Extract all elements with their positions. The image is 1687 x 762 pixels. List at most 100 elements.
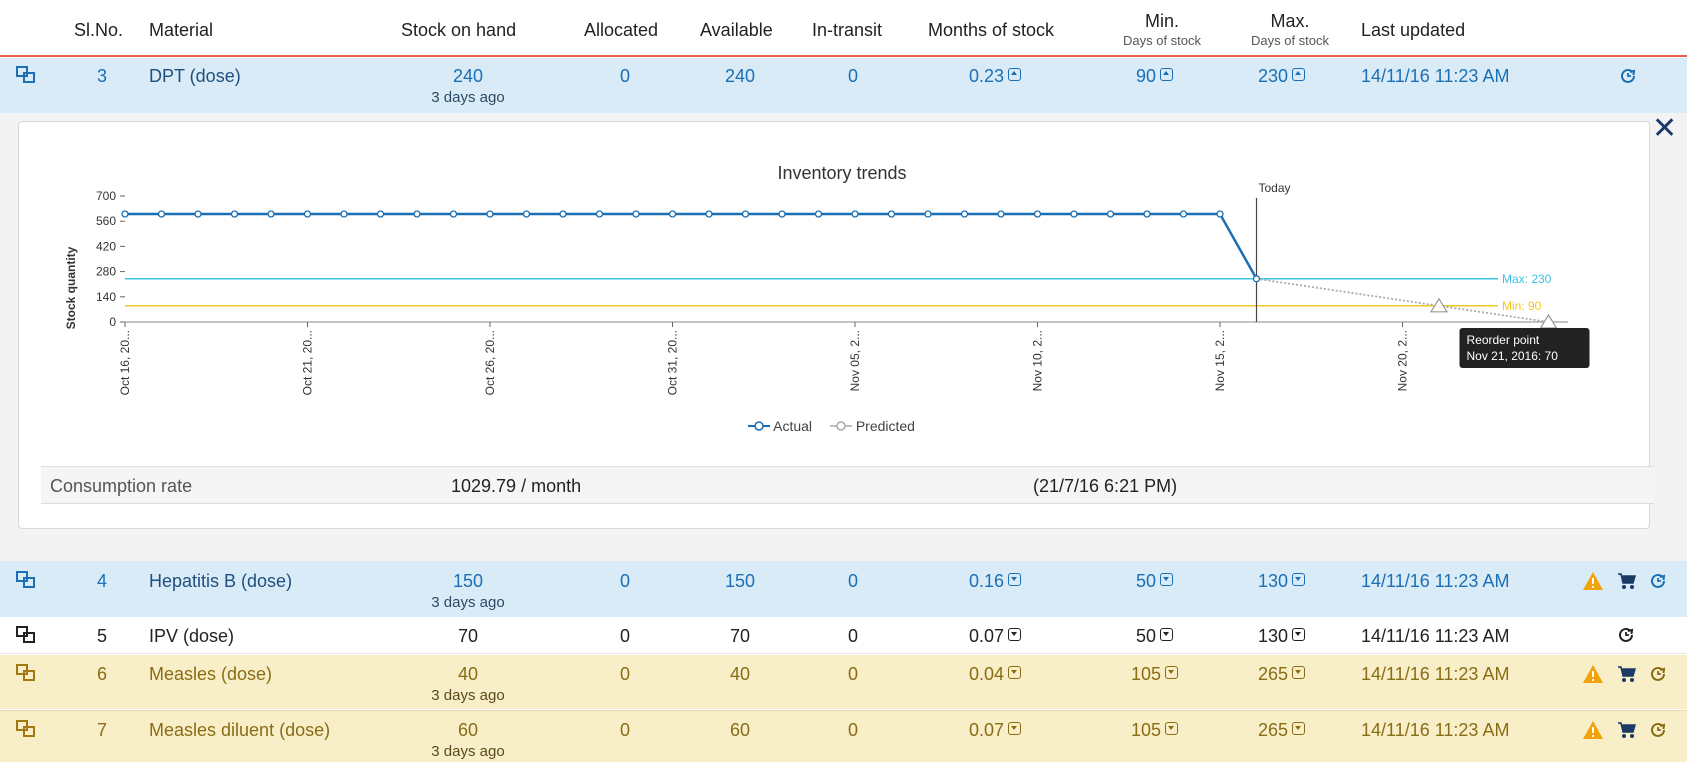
consumption-rate-bar: Consumption rate 1029.79 / month (21/7/1… xyxy=(41,466,1654,504)
expand-toggle-icon[interactable] xyxy=(1008,573,1022,586)
col-header-allocated[interactable]: Allocated xyxy=(584,20,658,41)
history-icon[interactable] xyxy=(1648,720,1668,740)
row-allocated: 0 xyxy=(619,66,630,86)
row-stock-updated-ago: 3 days ago xyxy=(431,594,505,611)
expand-rows-icon[interactable] xyxy=(16,720,36,738)
row-min[interactable]: 90 xyxy=(1136,66,1174,87)
table-row: 6 Measles (dose) 40 3 days ago 0 40 0 0.… xyxy=(0,655,1687,709)
collapse-toggle-icon[interactable] xyxy=(1292,68,1306,81)
row-max[interactable]: 230 xyxy=(1258,66,1306,87)
expand-toggle-icon[interactable] xyxy=(1008,628,1022,641)
row-months-of-stock[interactable]: 0.23 xyxy=(969,66,1022,87)
row-min[interactable]: 105 xyxy=(1131,720,1179,741)
row-stock-updated-ago: 3 days ago xyxy=(431,687,505,704)
row-in-transit: 0 xyxy=(847,664,858,684)
actual-point xyxy=(924,210,932,218)
col-header-last-updated[interactable]: Last updated xyxy=(1361,20,1465,41)
expand-toggle-icon[interactable] xyxy=(1008,722,1022,735)
row-max[interactable]: 265 xyxy=(1258,664,1306,685)
row-last-updated: 14/11/16 11:23 AM xyxy=(1361,664,1510,684)
row-months-of-stock[interactable]: 0.07 xyxy=(969,626,1022,647)
row-available: 70 xyxy=(729,626,751,646)
row-material[interactable]: IPV (dose) xyxy=(149,626,234,647)
legend-actual[interactable]: Actual xyxy=(748,418,816,434)
row-in-transit: 0 xyxy=(847,720,858,740)
col-header-max[interactable]: Max. Days of stock xyxy=(1240,11,1340,51)
warning-icon[interactable] xyxy=(1582,720,1604,740)
row-months-of-stock[interactable]: 0.07 xyxy=(969,720,1022,741)
history-icon[interactable] xyxy=(1618,66,1638,86)
expand-toggle-icon[interactable] xyxy=(1160,628,1174,641)
col-header-slno[interactable]: Sl.No. xyxy=(74,20,123,41)
y-tick-label: 420 xyxy=(96,239,116,253)
x-tick-label: Oct 31, 20... xyxy=(666,330,680,395)
expand-toggle-icon[interactable] xyxy=(1008,666,1022,679)
col-header-available[interactable]: Available xyxy=(700,20,773,41)
cart-icon[interactable] xyxy=(1617,665,1637,683)
expand-toggle-icon[interactable] xyxy=(1165,722,1179,735)
row-available: 60 xyxy=(729,720,751,740)
reorder-point-tooltip: Reorder point Nov 21, 2016: 70 xyxy=(1459,328,1590,368)
actual-point xyxy=(1070,210,1078,218)
expand-toggle-icon[interactable] xyxy=(1160,573,1174,586)
expand-rows-icon[interactable] xyxy=(16,664,36,682)
row-max[interactable]: 130 xyxy=(1258,626,1306,647)
expand-rows-icon[interactable] xyxy=(16,626,36,644)
reference-line-label: Min: 90 xyxy=(1502,299,1542,313)
close-icon[interactable]: ✕ xyxy=(1652,114,1677,144)
row-material[interactable]: Measles (dose) xyxy=(149,664,272,685)
row-allocated: 0 xyxy=(619,720,630,740)
row-min[interactable]: 50 xyxy=(1136,571,1174,592)
row-months-value: 0.07 xyxy=(969,720,1005,740)
col-header-min[interactable]: Min. Days of stock xyxy=(1112,11,1212,51)
row-months-of-stock[interactable]: 0.04 xyxy=(969,664,1022,685)
row-min[interactable]: 50 xyxy=(1136,626,1174,647)
col-header-material[interactable]: Material xyxy=(149,20,213,41)
cart-icon[interactable] xyxy=(1617,721,1637,739)
row-material[interactable]: DPT (dose) xyxy=(149,66,241,87)
cart-icon[interactable] xyxy=(1617,572,1637,590)
row-min[interactable]: 105 xyxy=(1131,664,1179,685)
col-header-min-label: Min. xyxy=(1144,11,1179,31)
collapse-toggle-icon[interactable] xyxy=(1160,68,1174,81)
warning-icon[interactable] xyxy=(1582,571,1604,591)
actual-point xyxy=(522,210,531,218)
history-icon[interactable] xyxy=(1616,625,1636,645)
row-max[interactable]: 265 xyxy=(1258,720,1306,741)
actual-point xyxy=(778,210,786,218)
y-tick-label: 140 xyxy=(96,290,116,304)
actual-point xyxy=(303,210,312,218)
warning-icon[interactable] xyxy=(1582,664,1604,684)
actual-point xyxy=(194,210,202,218)
row-available: 240 xyxy=(724,66,756,86)
col-header-max-label: Max. xyxy=(1270,11,1310,31)
col-header-months-of-stock[interactable]: Months of stock xyxy=(928,20,1054,41)
tooltip-text: Nov 21, 2016: 70 xyxy=(1467,349,1559,363)
expand-toggle-icon[interactable] xyxy=(1292,722,1306,735)
expand-toggle-icon[interactable] xyxy=(1292,573,1306,586)
expand-toggle-icon[interactable] xyxy=(1292,628,1306,641)
expand-toggle-icon[interactable] xyxy=(1165,666,1179,679)
row-in-transit: 0 xyxy=(847,626,858,646)
row-max[interactable]: 130 xyxy=(1258,571,1306,592)
row-material[interactable]: Hepatitis B (dose) xyxy=(149,571,292,592)
expand-rows-icon[interactable] xyxy=(16,571,36,589)
expand-rows-icon[interactable] xyxy=(16,66,36,84)
row-stock-on-hand: 40 3 days ago xyxy=(408,664,528,704)
actual-point xyxy=(486,210,494,218)
collapse-toggle-icon[interactable] xyxy=(1008,68,1022,81)
history-icon[interactable] xyxy=(1648,571,1668,591)
row-slno: 3 xyxy=(96,66,107,86)
row-allocated: 0 xyxy=(619,571,630,591)
col-header-min-sub: Days of stock xyxy=(1122,33,1202,48)
expand-toggle-icon[interactable] xyxy=(1292,666,1306,679)
table-row: 5 IPV (dose) 70 0 70 0 0.07 50 130 14/11… xyxy=(0,617,1687,654)
col-header-stock-on-hand[interactable]: Stock on hand xyxy=(401,20,516,41)
row-material[interactable]: Measles diluent (dose) xyxy=(149,720,330,741)
legend-predicted[interactable]: Predicted xyxy=(829,418,915,434)
history-icon[interactable] xyxy=(1648,664,1668,684)
x-tick-label: Nov 20, 2... xyxy=(1396,330,1410,391)
col-header-in-transit[interactable]: In-transit xyxy=(812,20,882,41)
row-min-value: 50 xyxy=(1136,626,1157,646)
row-months-of-stock[interactable]: 0.16 xyxy=(969,571,1022,592)
